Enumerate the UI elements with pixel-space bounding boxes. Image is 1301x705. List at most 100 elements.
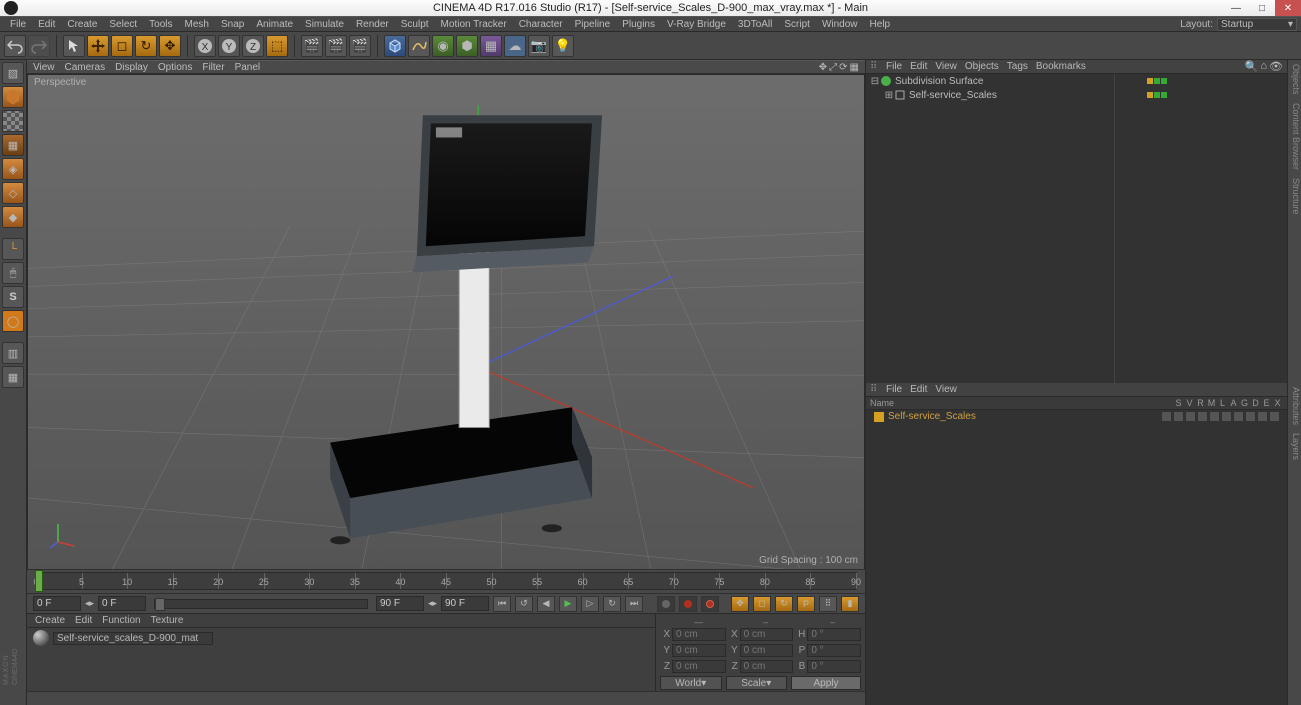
coord-field[interactable]: 0 cm	[740, 628, 794, 641]
menu-plugins[interactable]: Plugins	[616, 19, 661, 30]
layer-menu-edit[interactable]: Edit	[910, 384, 927, 395]
coord-field[interactable]: 0 cm	[740, 644, 794, 657]
menu-help[interactable]: Help	[864, 19, 897, 30]
perspective-viewport[interactable]: Perspective Grid Spacing : 100 cm	[27, 74, 865, 569]
key-pla-button[interactable]: ⠿	[819, 596, 837, 612]
obj-menu-tags[interactable]: Tags	[1007, 61, 1028, 72]
vp-menu-display[interactable]: Display	[115, 62, 148, 73]
mat-menu-texture[interactable]: Texture	[151, 615, 184, 626]
menu-mesh[interactable]: Mesh	[179, 19, 215, 30]
menu-vray[interactable]: V-Ray Bridge	[661, 19, 732, 30]
coord-field[interactable]: 0 °	[807, 660, 861, 673]
layer-menu-file[interactable]: File	[886, 384, 902, 395]
layer-toggle[interactable]	[1186, 412, 1195, 421]
live-select-tool[interactable]	[63, 35, 85, 57]
render-settings-button[interactable]: 🎬	[349, 35, 371, 57]
add-cube-button[interactable]	[384, 35, 406, 57]
layer-row[interactable]: Self-service_Scales	[866, 410, 1287, 424]
layer-toggle[interactable]	[1162, 412, 1171, 421]
coord-field[interactable]: 0 cm	[672, 628, 726, 641]
coord-field[interactable]: 0 °	[807, 644, 861, 657]
menu-pipeline[interactable]: Pipeline	[569, 19, 617, 30]
layer-toggle[interactable]	[1258, 412, 1267, 421]
mat-menu-function[interactable]: Function	[102, 615, 140, 626]
window-close-button[interactable]: ✕	[1275, 0, 1301, 16]
last-tool[interactable]: ✥	[159, 35, 181, 57]
layer-toggle[interactable]	[1210, 412, 1219, 421]
undo-button[interactable]	[4, 35, 26, 57]
snap-toggle-button[interactable]: S	[2, 286, 24, 308]
material-name-field[interactable]: Self-service_scales_D-900_mat	[53, 632, 213, 645]
menu-select[interactable]: Select	[103, 19, 143, 30]
record-button[interactable]	[657, 596, 675, 612]
tweak-button[interactable]: ▥	[2, 342, 24, 364]
panel-grip-icon[interactable]: ⠿	[870, 384, 878, 395]
layout-selector[interactable]: Startup▾	[1217, 18, 1297, 31]
layer-toggle[interactable]	[1174, 412, 1183, 421]
menu-tools[interactable]: Tools	[143, 19, 178, 30]
layer-toggle[interactable]	[1270, 412, 1279, 421]
menu-edit[interactable]: Edit	[32, 19, 61, 30]
add-camera-button[interactable]: 📷	[528, 35, 550, 57]
render-pv-button[interactable]: 🎬	[325, 35, 347, 57]
current-frame-field[interactable]: 0 F	[33, 596, 81, 611]
timeline-playhead[interactable]	[35, 570, 43, 592]
layer-menu-view[interactable]: View	[935, 384, 957, 395]
object-row[interactable]: ⊞Self-service_Scales	[866, 88, 1287, 102]
menu-animate[interactable]: Animate	[250, 19, 299, 30]
obj-menu-edit[interactable]: Edit	[910, 61, 927, 72]
start-frame-field[interactable]: 0 F	[98, 596, 146, 611]
add-nurbs-button[interactable]: ◉	[432, 35, 454, 57]
axis-tool-button[interactable]: └	[2, 238, 24, 260]
vp-menu-panel[interactable]: Panel	[235, 62, 261, 73]
key-param-button[interactable]: P	[797, 596, 815, 612]
obj-search-icon[interactable]: 🔍	[1245, 60, 1259, 73]
end-frame-field[interactable]: 90 F	[441, 596, 489, 611]
add-environment-button[interactable]: ☁	[504, 35, 526, 57]
vp-menu-cameras[interactable]: Cameras	[65, 62, 106, 73]
play-button[interactable]: ▶	[559, 596, 577, 612]
extra-button[interactable]: ▦	[2, 366, 24, 388]
mat-menu-create[interactable]: Create	[35, 615, 65, 626]
texture-mode-button[interactable]	[2, 110, 24, 132]
model-mode-button[interactable]	[2, 86, 24, 108]
menu-sculpt[interactable]: Sculpt	[395, 19, 435, 30]
menu-create[interactable]: Create	[61, 19, 103, 30]
soft-select-button[interactable]: ◯	[2, 310, 24, 332]
window-maximize-button[interactable]: □	[1249, 0, 1275, 16]
panel-grip-icon[interactable]: ⠿	[870, 61, 878, 72]
end-frame-display[interactable]: 90 F	[376, 596, 424, 611]
menu-window[interactable]: Window	[816, 19, 864, 30]
key-all-button[interactable]: ▮	[841, 596, 859, 612]
obj-menu-view[interactable]: View	[935, 61, 957, 72]
vp-nav-pan-icon[interactable]: ✥	[819, 62, 827, 73]
add-spline-button[interactable]	[408, 35, 430, 57]
menu-3dtoall[interactable]: 3DToAll	[732, 19, 778, 30]
vp-nav-layout-icon[interactable]: ▦	[850, 62, 859, 73]
keysel-button[interactable]	[701, 596, 719, 612]
coord-apply-button[interactable]: Apply	[791, 676, 861, 690]
vp-nav-orbit-icon[interactable]: ⟳	[839, 62, 847, 73]
menu-script[interactable]: Script	[778, 19, 816, 30]
layer-toggle[interactable]	[1234, 412, 1243, 421]
coord-field[interactable]: 0 cm	[672, 644, 726, 657]
coord-space-select[interactable]: World ▾	[660, 676, 722, 690]
add-array-button[interactable]: ⬢	[456, 35, 478, 57]
vp-menu-filter[interactable]: Filter	[202, 62, 224, 73]
layer-toggle[interactable]	[1198, 412, 1207, 421]
vp-nav-zoom-icon[interactable]: ⤢	[829, 62, 837, 73]
material-slot[interactable]: Self-service_scales_D-900_mat	[33, 630, 649, 646]
timeline-ruler[interactable]: 051015202530354045505560657075808590	[27, 569, 865, 593]
face-mode-button[interactable]: ◆	[2, 206, 24, 228]
coord-system-toggle[interactable]: ⬚	[266, 35, 288, 57]
make-editable-button[interactable]: ▧	[2, 62, 24, 84]
menu-simulate[interactable]: Simulate	[299, 19, 350, 30]
obj-menu-file[interactable]: File	[886, 61, 902, 72]
menu-render[interactable]: Render	[350, 19, 395, 30]
key-scale-button[interactable]: ◻	[753, 596, 771, 612]
window-minimize-button[interactable]: —	[1223, 0, 1249, 16]
key-pos-button[interactable]: ✥	[731, 596, 749, 612]
coord-field[interactable]: 0 cm	[672, 660, 726, 673]
viewport-solo-button[interactable]: 🖱	[2, 262, 24, 284]
obj-eye-icon[interactable]: 👁	[1269, 60, 1283, 73]
